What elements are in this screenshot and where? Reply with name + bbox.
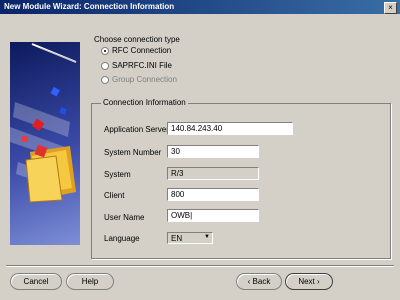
system-number-label: System Number xyxy=(104,148,162,157)
chevron-left-icon: ‹ xyxy=(247,277,251,286)
title-bar: New Module Wizard: Connection Informatio… xyxy=(0,0,400,14)
user-name-input[interactable]: OWB| xyxy=(167,209,259,222)
application-server-label: Application Server xyxy=(104,125,169,134)
user-name-label: User Name xyxy=(104,213,145,222)
application-server-input[interactable]: 140.84.243.40 xyxy=(167,122,293,135)
system-label: System xyxy=(104,170,131,179)
wizard-illustration xyxy=(10,42,80,245)
window-title: New Module Wizard: Connection Informatio… xyxy=(4,2,175,11)
radio-label: Group Connection xyxy=(112,75,177,84)
client-input[interactable]: 800 xyxy=(167,188,259,201)
chevron-right-icon: › xyxy=(317,277,320,286)
radio-unselected-icon xyxy=(101,75,109,84)
language-label: Language xyxy=(104,234,140,243)
radio-unselected-icon xyxy=(101,61,109,70)
chevron-down-icon: ▼ xyxy=(204,234,210,240)
radio-label: SAPRFC.INI File xyxy=(112,61,173,70)
radio-rfc-connection[interactable]: RFC Connection xyxy=(101,46,171,55)
cancel-button[interactable]: Cancel xyxy=(10,273,62,290)
connection-info-title: Connection Information xyxy=(101,98,188,107)
text-cursor-icon: | xyxy=(190,211,193,220)
client-label: Client xyxy=(104,191,125,200)
radio-label: RFC Connection xyxy=(112,46,172,55)
help-button[interactable]: Help xyxy=(66,273,114,290)
system-field: R/3 xyxy=(167,167,259,180)
back-button[interactable]: ‹ Back xyxy=(236,273,282,290)
footer-divider xyxy=(6,265,394,267)
radio-group-connection: Group Connection xyxy=(101,75,177,84)
system-number-input[interactable]: 30 xyxy=(167,145,259,158)
radio-selected-icon xyxy=(101,46,109,55)
next-button[interactable]: Next › xyxy=(285,273,333,290)
folder-illustration-icon xyxy=(10,43,77,203)
language-select[interactable]: EN ▼ xyxy=(167,232,213,244)
user-name-value: OWB xyxy=(171,211,191,220)
close-button[interactable]: × xyxy=(384,2,397,14)
back-label: Back xyxy=(252,277,271,286)
connection-type-heading: Choose connection type xyxy=(94,35,180,44)
next-label: Next xyxy=(298,277,315,286)
language-value: EN xyxy=(171,234,183,243)
radio-saprfc-ini-file[interactable]: SAPRFC.INI File xyxy=(101,61,172,70)
wizard-window: New Module Wizard: Connection Informatio… xyxy=(0,0,400,300)
